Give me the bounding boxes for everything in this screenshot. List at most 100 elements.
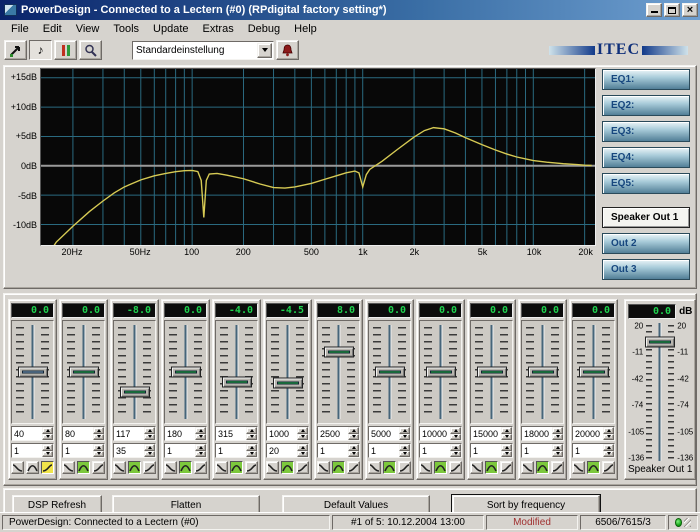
output-select-button-3[interactable]: Out 3 xyxy=(602,259,690,280)
bell-filter-button[interactable] xyxy=(332,461,345,474)
q-spinner[interactable]: 20 xyxy=(266,443,309,458)
cursor-tool-button[interactable] xyxy=(4,40,27,60)
eq-band-button-1[interactable]: EQ1: xyxy=(602,69,690,90)
frequency-spinner[interactable]: 18000 xyxy=(521,426,564,441)
slider-handle[interactable] xyxy=(69,367,99,378)
menu-file[interactable]: File xyxy=(4,22,36,36)
q-spinner[interactable]: 1 xyxy=(164,443,207,458)
frequency-down-button[interactable] xyxy=(144,434,155,441)
frequency-down-button[interactable] xyxy=(297,434,308,441)
maximize-button[interactable] xyxy=(664,3,680,17)
lowpass-filter-button[interactable] xyxy=(164,461,177,474)
lowpass-filter-button[interactable] xyxy=(317,461,330,474)
frequency-spinner[interactable]: 20000 xyxy=(572,426,615,441)
frequency-spinner[interactable]: 2500 xyxy=(317,426,360,441)
highpass-filter-button[interactable] xyxy=(398,461,411,474)
q-spinner[interactable]: 1 xyxy=(521,443,564,458)
q-down-button[interactable] xyxy=(93,451,104,458)
menu-edit[interactable]: Edit xyxy=(36,22,69,36)
resize-grip[interactable] xyxy=(684,518,691,527)
q-down-button[interactable] xyxy=(552,451,563,458)
lowpass-filter-button[interactable] xyxy=(215,461,228,474)
slider-handle[interactable] xyxy=(375,367,405,378)
frequency-down-button[interactable] xyxy=(450,434,461,441)
menu-extras[interactable]: Extras xyxy=(196,22,241,36)
lowpass-filter-button[interactable] xyxy=(470,461,483,474)
lowpass-filter-button[interactable] xyxy=(419,461,432,474)
q-down-button[interactable] xyxy=(246,451,257,458)
lowpass-filter-button[interactable] xyxy=(572,461,585,474)
bell-filter-button[interactable] xyxy=(77,461,90,474)
q-down-button[interactable] xyxy=(195,451,206,458)
output-select-button-1[interactable]: Speaker Out 1 xyxy=(602,207,690,228)
slider-handle[interactable] xyxy=(528,367,558,378)
highpass-filter-button[interactable] xyxy=(347,461,360,474)
slider-handle[interactable] xyxy=(477,367,507,378)
menu-debug[interactable]: Debug xyxy=(241,22,287,36)
meters-tool-button[interactable] xyxy=(54,40,77,60)
preset-combobox[interactable]: Standardeinstellung xyxy=(132,41,274,60)
bell-filter-button[interactable] xyxy=(383,461,396,474)
eq-band-button-4[interactable]: EQ4: xyxy=(602,147,690,168)
close-button[interactable]: × xyxy=(682,3,698,17)
q-down-button[interactable] xyxy=(450,451,461,458)
eq-band-button-5[interactable]: EQ5: xyxy=(602,173,690,194)
bell-filter-button[interactable] xyxy=(485,461,498,474)
frequency-spinner[interactable]: 315 xyxy=(215,426,258,441)
frequency-down-button[interactable] xyxy=(246,434,257,441)
q-down-button[interactable] xyxy=(501,451,512,458)
lowpass-filter-button[interactable] xyxy=(368,461,381,474)
frequency-spinner[interactable]: 117 xyxy=(113,426,156,441)
gain-slider[interactable] xyxy=(11,320,54,424)
eq-band-button-2[interactable]: EQ2: xyxy=(602,95,690,116)
highpass-filter-button[interactable] xyxy=(602,461,615,474)
frequency-spinner[interactable]: 80 xyxy=(62,426,105,441)
slider-handle[interactable] xyxy=(426,367,456,378)
bell-filter-button[interactable] xyxy=(587,461,600,474)
gain-slider[interactable] xyxy=(164,320,207,424)
output-select-button-2[interactable]: Out 2 xyxy=(602,233,690,254)
q-spinner[interactable]: 1 xyxy=(317,443,360,458)
frequency-down-button[interactable] xyxy=(42,434,53,441)
lowpass-filter-button[interactable] xyxy=(266,461,279,474)
slider-handle[interactable] xyxy=(120,386,150,397)
highpass-filter-button[interactable] xyxy=(449,461,462,474)
q-down-button[interactable] xyxy=(348,451,359,458)
slider-handle[interactable] xyxy=(222,376,252,387)
menu-tools[interactable]: Tools xyxy=(106,22,146,36)
frequency-down-button[interactable] xyxy=(603,434,614,441)
gain-slider[interactable] xyxy=(317,320,360,424)
tone-tool-button[interactable]: ♪ xyxy=(29,40,52,60)
q-spinner[interactable]: 1 xyxy=(62,443,105,458)
bell-filter-button[interactable] xyxy=(179,461,192,474)
gain-slider[interactable] xyxy=(266,320,309,424)
frequency-spinner[interactable]: 15000 xyxy=(470,426,513,441)
gain-slider[interactable] xyxy=(521,320,564,424)
highpass-filter-button[interactable] xyxy=(551,461,564,474)
frequency-down-button[interactable] xyxy=(195,434,206,441)
q-spinner[interactable]: 1 xyxy=(215,443,258,458)
gain-slider[interactable] xyxy=(113,320,156,424)
slider-handle[interactable] xyxy=(273,378,303,389)
bell-filter-button[interactable] xyxy=(230,461,243,474)
q-down-button[interactable] xyxy=(603,451,614,458)
frequency-spinner[interactable]: 40 xyxy=(11,426,54,441)
bell-filter-button[interactable] xyxy=(281,461,294,474)
menu-view[interactable]: View xyxy=(69,22,107,36)
slider-handle[interactable] xyxy=(579,367,609,378)
gain-slider[interactable] xyxy=(368,320,411,424)
q-down-button[interactable] xyxy=(42,451,53,458)
frequency-down-button[interactable] xyxy=(501,434,512,441)
q-spinner[interactable]: 1 xyxy=(572,443,615,458)
preset-dropdown-button[interactable] xyxy=(257,43,272,58)
gain-slider[interactable] xyxy=(470,320,513,424)
highpass-filter-button[interactable] xyxy=(194,461,207,474)
frequency-down-button[interactable] xyxy=(552,434,563,441)
q-spinner[interactable]: 35 xyxy=(113,443,156,458)
frequency-down-button[interactable] xyxy=(93,434,104,441)
highpass-filter-button[interactable] xyxy=(143,461,156,474)
highpass-filter-button[interactable] xyxy=(41,461,54,474)
eq-band-button-3[interactable]: EQ3: xyxy=(602,121,690,142)
master-handle[interactable] xyxy=(645,337,675,348)
slider-handle[interactable] xyxy=(324,347,354,358)
